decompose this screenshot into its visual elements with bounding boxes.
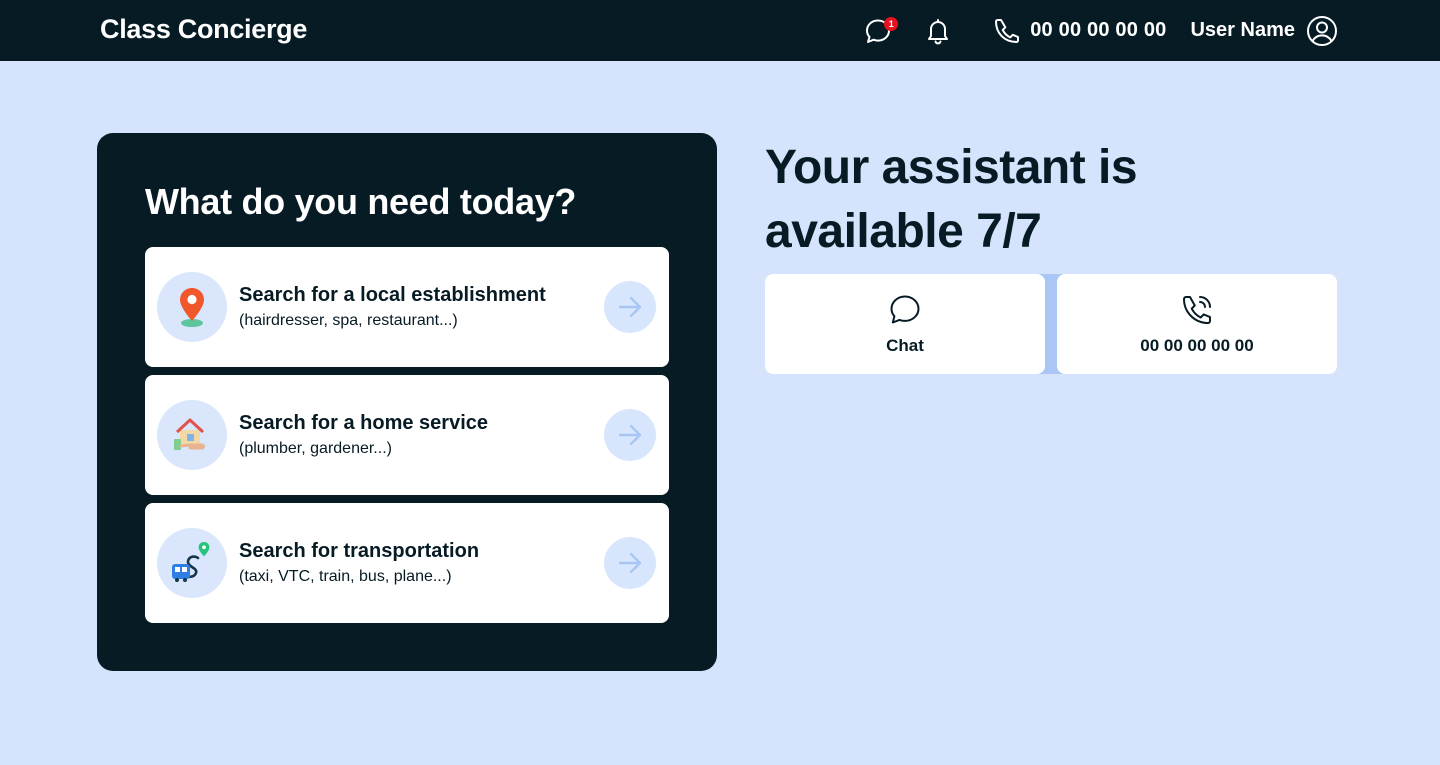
chat-label: Chat bbox=[886, 336, 924, 355]
chat-nav-button[interactable]: 1 bbox=[863, 16, 899, 46]
option-title: Search for a home service bbox=[239, 412, 489, 434]
arrow-right-icon[interactable] bbox=[604, 409, 656, 461]
chat-bubble-icon bbox=[890, 295, 920, 324]
bell-icon bbox=[928, 18, 949, 44]
option-subtitle: (plumber, gardener...) bbox=[239, 440, 392, 457]
option-home-service[interactable]: Search for a home service (plumber, gard… bbox=[145, 375, 669, 495]
services-panel: What do you need today? Search for a loc… bbox=[97, 133, 717, 671]
brand-logo[interactable]: Class Concierge bbox=[100, 14, 307, 45]
top-bar: Class Concierge 1 00 00 00 00 00 User Na… bbox=[0, 0, 1440, 61]
user-name[interactable]: User Name bbox=[1190, 19, 1295, 42]
option-transportation[interactable]: Search for transportation (taxi, VTC, tr… bbox=[145, 503, 669, 623]
arrow-right-icon[interactable] bbox=[604, 281, 656, 333]
arrow-right-icon[interactable] bbox=[604, 537, 656, 589]
home-service-icon bbox=[157, 400, 227, 470]
notifications-button[interactable] bbox=[924, 16, 952, 46]
headline-line-2: available 7/7 bbox=[765, 205, 1042, 258]
header-phone-number[interactable]: 00 00 00 00 00 bbox=[1030, 19, 1166, 42]
location-pin-icon bbox=[157, 272, 227, 342]
phone-icon bbox=[995, 18, 1020, 43]
call-phone-number: 00 00 00 00 00 bbox=[1140, 336, 1254, 355]
phone-nav-button[interactable] bbox=[992, 16, 1022, 46]
transport-icon bbox=[157, 528, 227, 598]
contact-options: Chat 00 00 00 00 00 bbox=[765, 274, 1337, 374]
option-subtitle: (taxi, VTC, train, bus, plane...) bbox=[239, 568, 452, 585]
headline-line-1: Your assistant is bbox=[765, 141, 1138, 194]
header-actions: 1 00 00 00 00 00 User Name bbox=[863, 0, 1338, 61]
option-subtitle: (hairdresser, spa, restaurant...) bbox=[239, 312, 458, 329]
assistant-headline: Your assistant is available 7/7 bbox=[765, 136, 1365, 264]
notification-badge: 1 bbox=[884, 16, 899, 31]
option-local-establishment[interactable]: Search for a local establishment (hairdr… bbox=[145, 247, 669, 367]
phone-call-icon bbox=[1183, 296, 1211, 324]
option-title: Search for transportation bbox=[239, 540, 480, 562]
call-button[interactable]: 00 00 00 00 00 bbox=[1057, 274, 1337, 374]
option-title: Search for a local establishment bbox=[239, 284, 546, 306]
chat-button[interactable]: Chat bbox=[765, 274, 1045, 374]
user-account-button[interactable] bbox=[1306, 15, 1338, 47]
panel-title: What do you need today? bbox=[145, 181, 577, 222]
user-avatar-icon bbox=[1307, 15, 1337, 46]
